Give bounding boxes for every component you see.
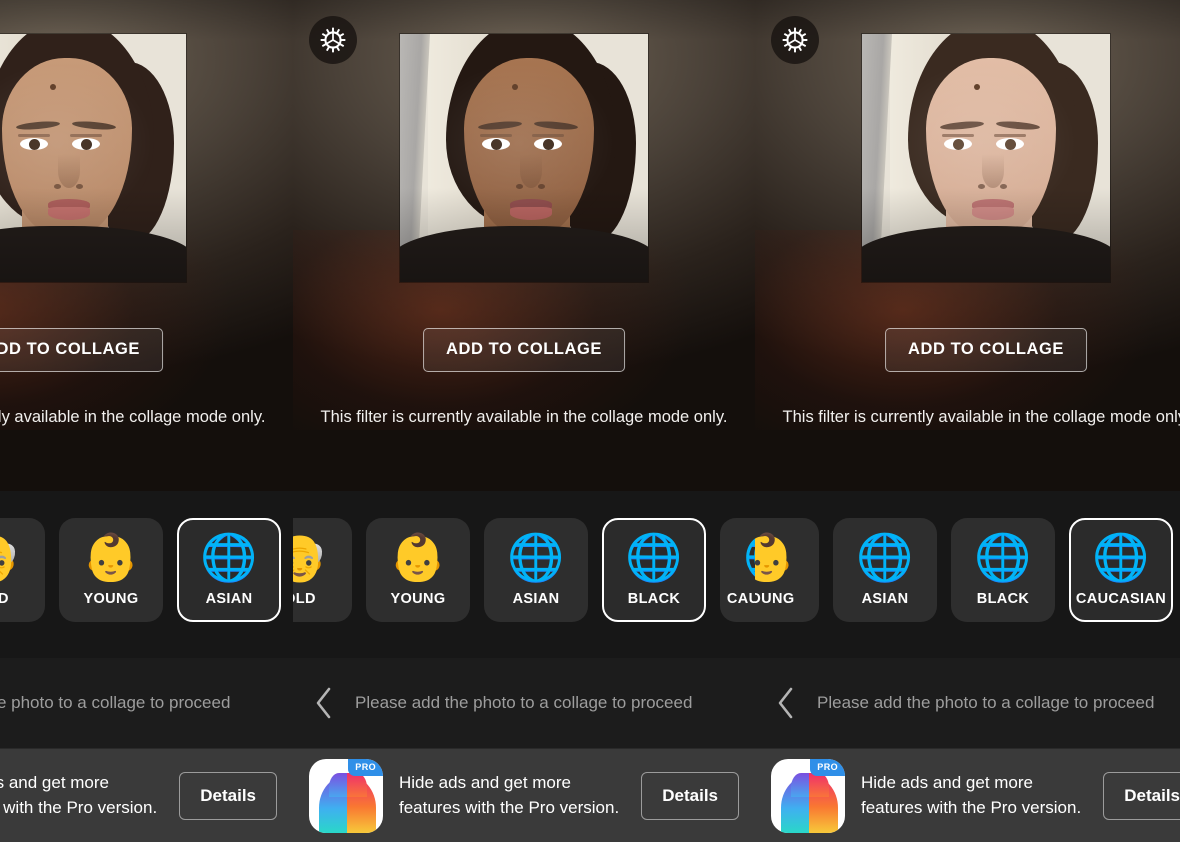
filter-card-asian[interactable]: 🌐 ASIAN <box>833 518 937 622</box>
filter-carousel[interactable]: 👴OLD👶YOUNG🌐ASIAN🌐BLACK🌐CAUCASIAN <box>0 491 293 658</box>
filter-rail[interactable]: 👴 OLD 👶 YOUNG 🌐 ASIAN 🌐 BLACK 🌐 CAUCASIAN <box>293 518 755 622</box>
filter-label: YOUNG <box>390 591 446 607</box>
phone-screen-right: ADD TO COLLAGE This filter is currently a… <box>755 0 1180 842</box>
globe-emoji: 🌐 <box>507 531 565 583</box>
filter-label: YOUNG <box>755 591 795 607</box>
filter-card-caucasian[interactable]: 🌐 CAUCASIAN <box>720 518 755 622</box>
faceapp-pro-app-icon: PRO <box>309 758 383 833</box>
back-button[interactable] <box>755 658 817 748</box>
filter-card-old[interactable]: 👴 OLD <box>0 518 45 622</box>
baby-emoji: 👶 <box>389 531 447 583</box>
phone-body: ADD TO COLLAGE This filter is currently a… <box>755 0 1180 842</box>
settings-button[interactable] <box>309 16 357 64</box>
filter-card-young[interactable]: 👶 YOUNG <box>366 518 470 622</box>
photo-preview[interactable] <box>400 34 648 282</box>
portrait-image <box>862 34 1110 282</box>
baby-emoji: 👶 <box>755 531 796 583</box>
pro-banner-text: Hide ads and get more features with the … <box>0 773 158 817</box>
filter-card-young[interactable]: 👶 YOUNG <box>755 518 819 622</box>
chevron-left-icon <box>313 686 335 720</box>
filter-card-young[interactable]: 👶 YOUNG <box>59 518 163 622</box>
photo-preview[interactable] <box>0 34 186 282</box>
screenshot-stage: ADD TO COLLAGE This filter is currently a… <box>0 0 1180 842</box>
filter-rail[interactable]: 👶 YOUNG 🌐 ASIAN 🌐 BLACK 🌐 CAUCASIAN <box>755 518 1173 622</box>
chevron-left-icon <box>775 686 797 720</box>
phone-body: ADD TO COLLAGE This filter is currently a… <box>293 0 755 842</box>
filter-label: ASIAN <box>861 591 909 607</box>
back-button[interactable] <box>293 658 355 748</box>
pro-banner-text: Hide ads and get more features with the … <box>399 773 620 817</box>
filter-card-caucasian[interactable]: 🌐 CAUCASIAN <box>1069 518 1173 622</box>
photo-preview[interactable] <box>862 34 1110 282</box>
phone-screen-left: ADD TO COLLAGE This filter is currently a… <box>0 0 293 842</box>
add-to-collage-button[interactable]: ADD TO COLLAGE <box>885 328 1087 372</box>
details-button[interactable]: Details <box>1103 771 1180 820</box>
filter-availability-note: This filter is currently available in th… <box>320 408 728 426</box>
globe-emoji: 🌐 <box>200 531 258 583</box>
portrait-image <box>0 34 186 282</box>
preview-area: ADD TO COLLAGE This filter is currently a… <box>755 0 1180 491</box>
filter-rail[interactable]: 👴OLD👶YOUNG🌐ASIAN🌐BLACK🌐CAUCASIAN <box>0 518 293 622</box>
filter-card-black[interactable]: 🌐 BLACK <box>951 518 1055 622</box>
filter-label: YOUNG <box>83 591 139 607</box>
filter-label: BLACK <box>976 591 1030 607</box>
filter-card-asian[interactable]: 🌐 ASIAN <box>177 518 281 622</box>
hint-text: Please add the photo to a collage to pro… <box>355 693 693 712</box>
filter-card-old[interactable]: 👴 OLD <box>293 518 352 622</box>
hint-bar: Please add the photo to a collage to pro… <box>755 658 1180 748</box>
preview-area: ADD TO COLLAGE This filter is currently a… <box>0 0 293 491</box>
pro-upsell-banner[interactable]: PROHide ads and get more features with t… <box>0 748 293 842</box>
portrait-image <box>400 34 648 282</box>
globe-emoji: 🌐 <box>1092 531 1150 583</box>
pro-upsell-banner[interactable]: PRO Hide ads and get more features with t… <box>293 748 755 842</box>
filter-label: BLACK <box>627 591 681 607</box>
filter-availability-note: This filter is currently available in th… <box>782 408 1180 426</box>
filter-label: OLD <box>0 591 9 607</box>
phone-screen-center: ADD TO COLLAGE This filter is currently a… <box>293 0 755 842</box>
filter-label: ASIAN <box>512 591 560 607</box>
filter-card-black[interactable]: 🌐 BLACK <box>602 518 706 622</box>
hint-bar: Please add the photo to a collage to pro… <box>0 658 293 748</box>
filter-label: OLD <box>293 591 316 607</box>
old-person-emoji: 👴 <box>293 531 329 583</box>
pro-banner-text: Hide ads and get more features with the … <box>861 773 1082 817</box>
preview-area: ADD TO COLLAGE This filter is currently a… <box>293 0 755 491</box>
gear-icon <box>782 27 808 53</box>
hint-text: Please add the photo to a collage to pro… <box>817 693 1155 712</box>
globe-emoji: 🌐 <box>974 531 1032 583</box>
filter-card-asian[interactable]: 🌐 ASIAN <box>484 518 588 622</box>
filter-label: ASIAN <box>205 591 253 607</box>
pro-upsell-banner[interactable]: PRO Hide ads and get more features with t… <box>755 748 1180 842</box>
faceapp-pro-app-icon: PRO <box>771 758 845 833</box>
globe-emoji: 🌐 <box>625 531 683 583</box>
pro-badge: PRO <box>810 758 845 776</box>
add-to-collage-button[interactable]: ADD TO COLLAGE <box>0 328 163 372</box>
baby-emoji: 👶 <box>82 531 140 583</box>
filter-carousel[interactable]: 👶 YOUNG 🌐 ASIAN 🌐 BLACK 🌐 CAUCASIAN <box>755 491 1180 658</box>
add-to-collage-button[interactable]: ADD TO COLLAGE <box>423 328 625 372</box>
filter-carousel[interactable]: 👴 OLD 👶 YOUNG 🌐 ASIAN 🌐 BLACK 🌐 CAUCASIAN <box>293 491 755 658</box>
details-button[interactable]: Details <box>641 771 739 820</box>
filter-label: CAUCASIAN <box>1075 591 1167 607</box>
filter-availability-note: This filter is currently available in th… <box>0 408 266 426</box>
settings-button[interactable] <box>771 16 819 64</box>
pro-badge: PRO <box>348 758 383 776</box>
hint-text: Please add the photo to a collage to pro… <box>0 693 231 712</box>
globe-emoji: 🌐 <box>743 532 755 582</box>
gear-icon <box>320 27 346 53</box>
filter-label: CAUCASIAN <box>726 591 755 607</box>
phone-body: ADD TO COLLAGE This filter is currently a… <box>0 0 293 842</box>
details-button[interactable]: Details <box>179 771 277 820</box>
hint-bar: Please add the photo to a collage to pro… <box>293 658 755 748</box>
globe-emoji: 🌐 <box>856 531 914 583</box>
old-person-emoji: 👴 <box>0 532 22 582</box>
